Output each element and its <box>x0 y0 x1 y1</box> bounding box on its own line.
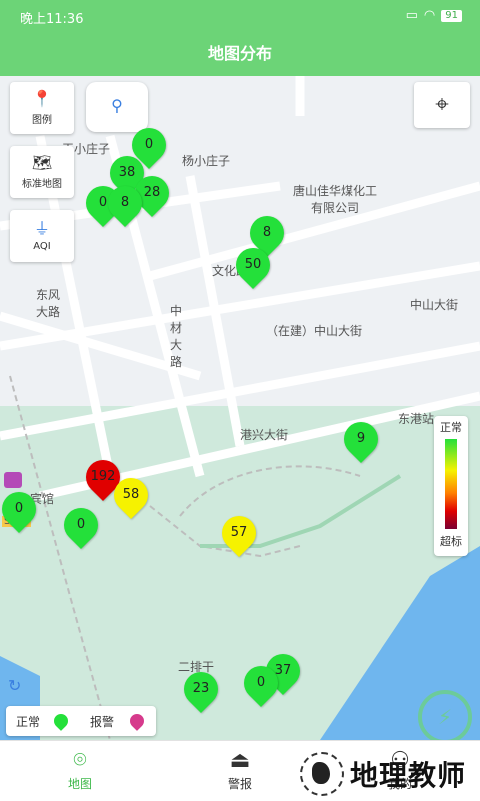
aqi-marker-value: 9 <box>356 431 366 446</box>
map-style-label: 标准地图 <box>22 179 62 190</box>
aqi-icon: ⏚ <box>33 219 50 238</box>
locate-button[interactable]: ⌖ <box>414 82 470 128</box>
map-style-button[interactable]: 🗺 标准地图 <box>10 146 74 198</box>
aqi-marker-value: 8 <box>120 195 130 210</box>
map-label: 杨小庄子 <box>182 154 231 168</box>
map-label: 唐山佳华煤化工有限公司 <box>292 184 377 215</box>
power-icon[interactable]: ⚡ <box>418 690 472 740</box>
aqi-marker-value: 50 <box>244 257 262 272</box>
legend-alarm-label: 报警 <box>90 715 115 729</box>
normal-marker-icon <box>51 711 71 731</box>
map-label: 中材大路 <box>170 304 183 369</box>
watermark: 地理教师 <box>300 752 466 796</box>
aqi-marker[interactable]: 58 <box>106 470 156 520</box>
aqi-marker[interactable]: 0 <box>56 500 106 550</box>
refresh-icon[interactable]: ↻ <box>8 676 21 695</box>
battery-icon: 91 <box>441 9 462 22</box>
aqi-marker[interactable]: 9 <box>336 414 386 464</box>
status-legend: 正常 报警 <box>6 706 156 736</box>
legend-button[interactable]: 📍 图例 <box>10 82 74 134</box>
scale-gradient <box>445 439 457 529</box>
alarm-icon: ⏏ <box>229 748 251 773</box>
aqi-marker-value: 57 <box>230 525 248 540</box>
search-icon: ⚲ <box>111 95 123 115</box>
map-label: 中山大街 <box>410 298 459 312</box>
search-button[interactable]: ⚲ <box>86 82 148 132</box>
map-label: 东港站 <box>398 412 435 426</box>
tab-map-label: 地图 <box>67 777 92 791</box>
map-layer-icon: 🗺 <box>31 153 53 172</box>
aqi-marker-value: 58 <box>122 487 140 502</box>
map-label: 港兴大街 <box>240 428 289 442</box>
status-icons: ▭ ◠ 91 <box>406 8 462 23</box>
tab-alarm-label: 警报 <box>227 777 252 791</box>
scale-bottom-label: 超标 <box>440 535 462 548</box>
tab-alarm[interactable]: ⏏ 警报 <box>200 747 280 792</box>
aqi-marker[interactable]: 8 <box>100 178 150 228</box>
hotel-icon <box>4 472 22 488</box>
aqi-label: AQI <box>33 241 51 252</box>
aqi-button[interactable]: ⏚ AQI <box>10 210 74 262</box>
watermark-text: 地理教师 <box>350 759 467 792</box>
map-pin-icon: ⌾ <box>73 748 87 773</box>
aqi-marker-value: 8 <box>262 225 272 240</box>
legend-button-label: 图例 <box>32 115 52 126</box>
aqi-marker-value: 23 <box>192 681 210 696</box>
legend-icon: 📍 <box>32 89 52 108</box>
map-label: 东风大路 <box>36 288 61 319</box>
aqi-marker-value: 0 <box>256 675 266 690</box>
aqi-marker-value: 0 <box>14 501 24 516</box>
wifi-icon: ◠ <box>423 8 436 23</box>
map-label: （在建）中山大街 <box>266 324 363 338</box>
scale-top-label: 正常 <box>440 421 462 434</box>
aqi-marker-value: 0 <box>76 517 86 532</box>
globe-icon <box>300 752 344 796</box>
aqi-marker[interactable]: 23 <box>176 664 226 714</box>
status-time: 晚上11:36 <box>20 12 84 27</box>
aqi-marker[interactable]: 0 <box>236 658 286 708</box>
aqi-marker[interactable]: 57 <box>214 508 264 558</box>
aqi-marker[interactable]: 50 <box>228 240 278 290</box>
tab-map[interactable]: ⌾ 地图 <box>40 747 120 792</box>
locate-icon: ⌖ <box>435 89 449 118</box>
alarm-marker-icon <box>127 711 147 731</box>
sim-icon: ▭ <box>405 8 418 23</box>
map-view[interactable]: 王小庄子 杨小庄子 唐山佳华煤化工有限公司 文化路 东风大路 中材大路 中山大街… <box>0 76 480 740</box>
legend-normal-label: 正常 <box>16 715 41 729</box>
aqi-scale: 正常 超标 <box>434 416 468 556</box>
status-bar: 晚上11:36 ▭ ◠ 91 <box>0 0 480 32</box>
page-title: 地图分布 <box>0 32 480 76</box>
